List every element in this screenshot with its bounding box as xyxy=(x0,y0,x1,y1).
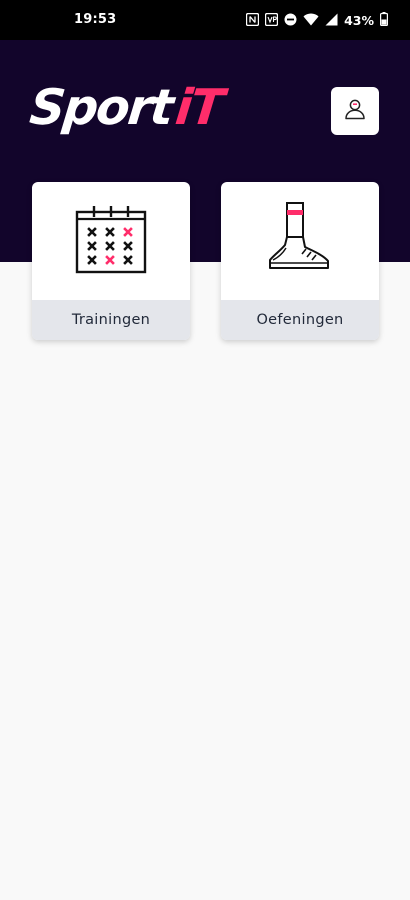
oefeningen-label: Oefeningen xyxy=(221,300,379,340)
wifi-icon xyxy=(303,11,319,30)
status-bar: 19:53 43% xyxy=(0,0,410,40)
do-not-disturb-icon xyxy=(284,11,297,30)
signal-icon xyxy=(325,11,338,30)
tile-illustration xyxy=(221,182,379,300)
tile-illustration xyxy=(32,182,190,300)
logo-it-text: iT xyxy=(172,79,225,136)
battery-icon xyxy=(380,11,389,30)
status-time: 19:53 xyxy=(74,12,117,27)
status-icons: 43% xyxy=(245,11,389,30)
profile-button[interactable] xyxy=(331,87,379,135)
user-profile-icon xyxy=(342,96,368,126)
sportit-logo: SportiT xyxy=(27,78,225,138)
trainingen-tile[interactable]: Trainingen xyxy=(32,182,190,340)
oefeningen-tile[interactable]: Oefeningen xyxy=(221,182,379,340)
nfc-icon xyxy=(245,11,260,30)
battery-percent: 43% xyxy=(344,12,374,28)
vpn-icon xyxy=(264,11,279,30)
sneaker-icon xyxy=(265,199,335,283)
logo-sport-text: Sport xyxy=(27,79,175,136)
calendar-grid-icon xyxy=(74,202,148,280)
trainingen-label: Trainingen xyxy=(32,300,190,340)
